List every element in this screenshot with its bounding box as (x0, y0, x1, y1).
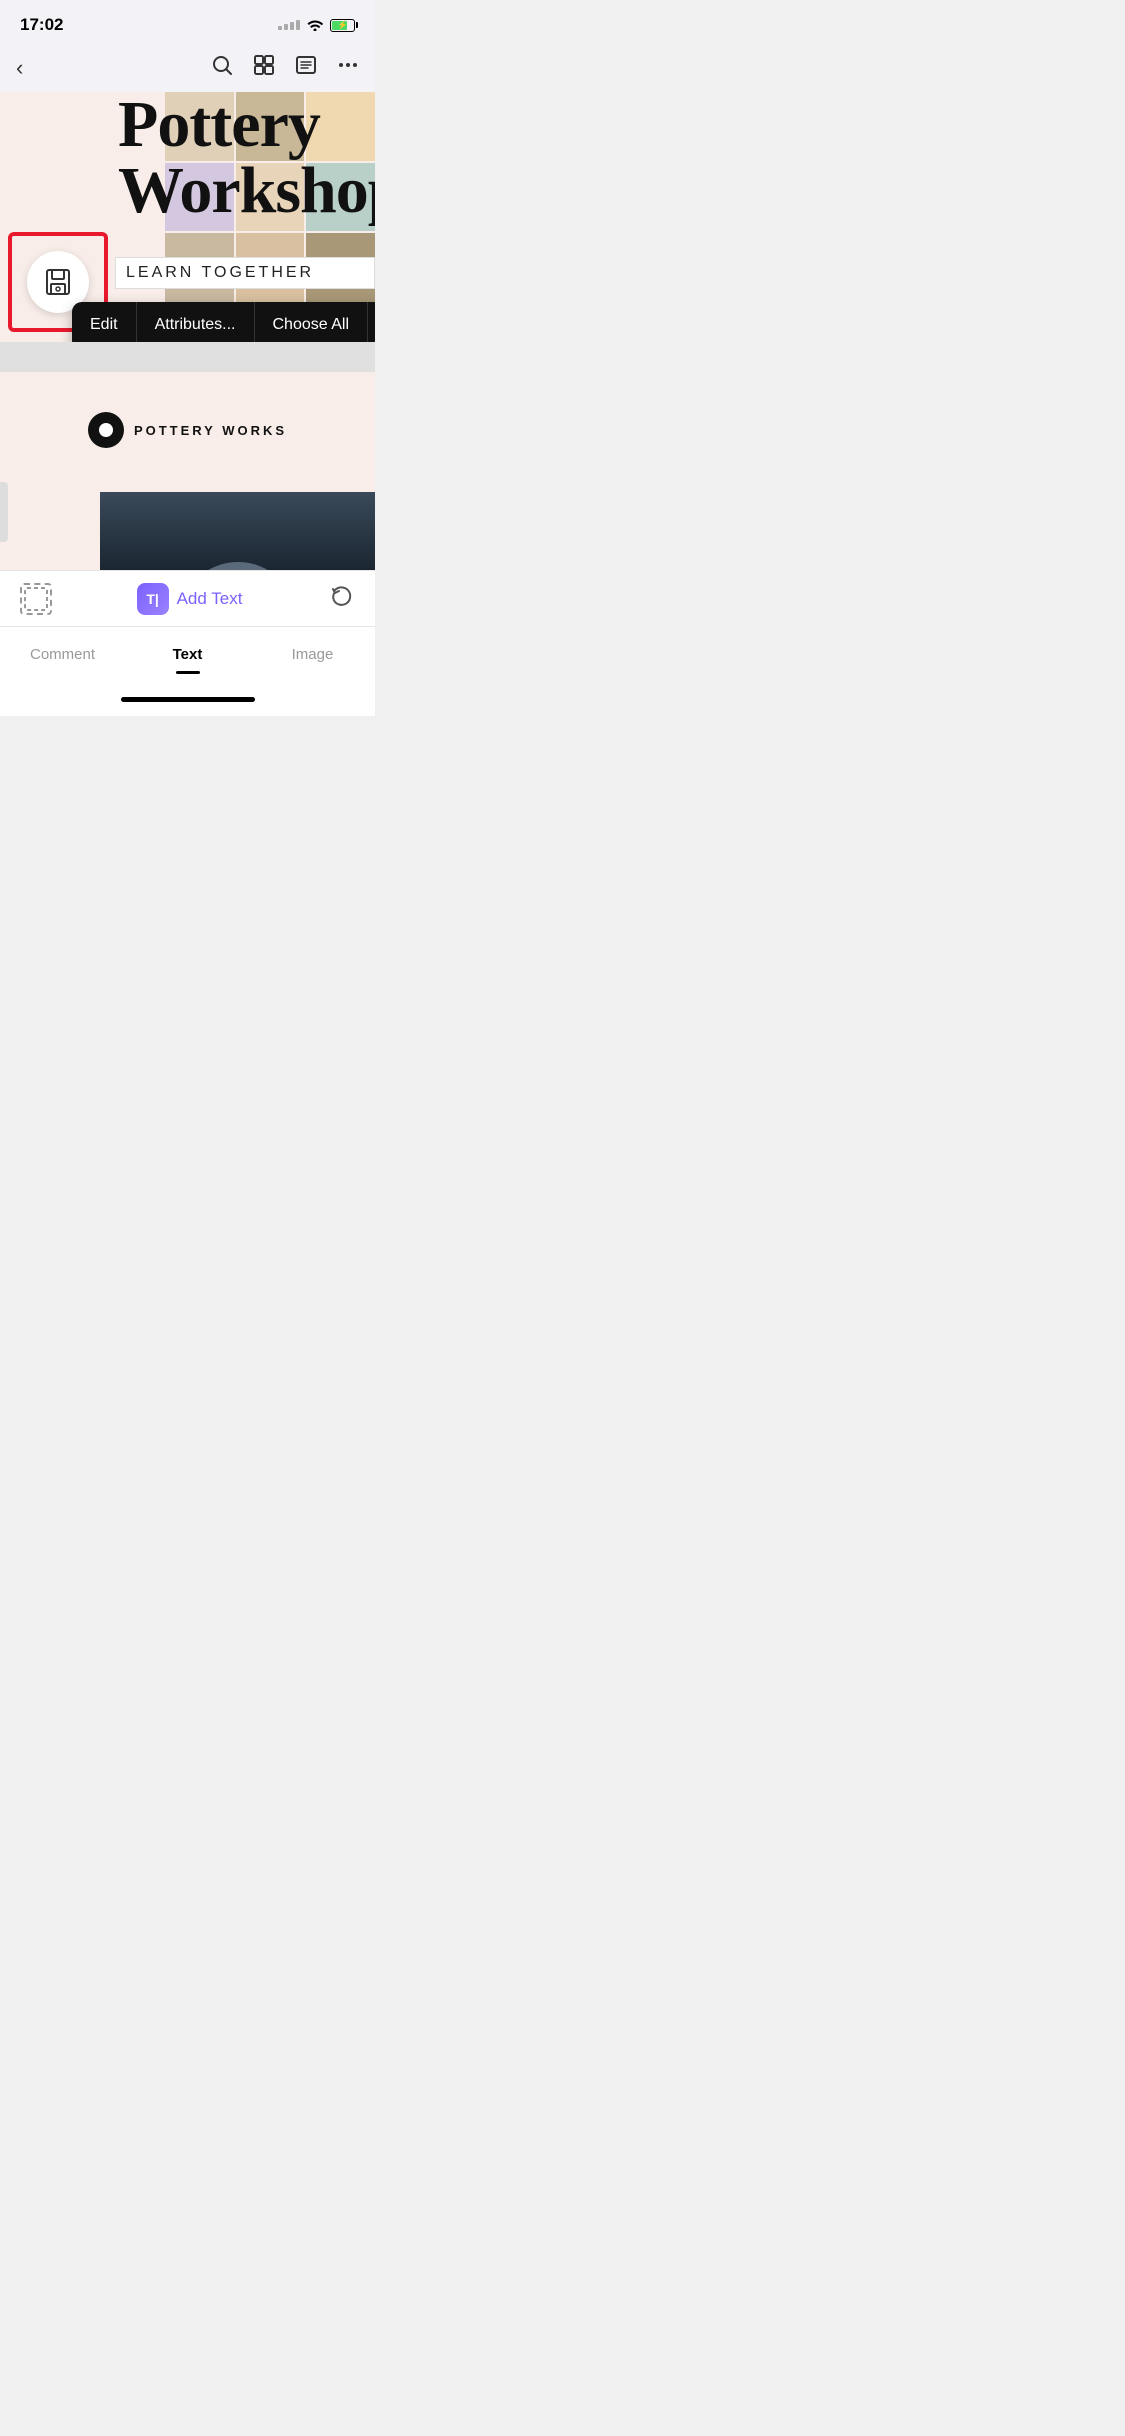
context-menu-bar: Edit Attributes... Choose All ▶ (72, 302, 375, 342)
pottery-logo (88, 412, 124, 448)
pottery-works-title: POTTERY WORKS (134, 423, 287, 438)
add-text-bar: T| Add Text (0, 570, 375, 626)
context-menu-edit[interactable]: Edit (72, 302, 137, 342)
tab-text[interactable]: Text (125, 627, 250, 682)
context-menu-more[interactable]: ▶ (368, 302, 375, 342)
home-indicator-bar (121, 697, 255, 702)
tab-bar: Comment Text Image (0, 626, 375, 682)
top-toolbar: ‹ (0, 44, 375, 92)
page-divider (0, 342, 375, 372)
selection-tool-icon[interactable] (20, 583, 52, 615)
tab-comment[interactable]: Comment (0, 627, 125, 682)
search-icon[interactable] (211, 54, 233, 82)
undo-button[interactable] (327, 582, 355, 616)
tab-image-label: Image (292, 646, 334, 663)
pottery-works-header: POTTERY WORKS (0, 372, 375, 468)
battery-icon: ⚡ (330, 19, 355, 32)
page-edge-indicator (0, 482, 8, 542)
status-time: 17:02 (20, 15, 63, 35)
tab-active-indicator (176, 671, 200, 674)
wifi-icon (306, 17, 324, 34)
status-icons: ⚡ (278, 17, 355, 34)
list-icon[interactable] (295, 54, 317, 82)
signal-icon (278, 20, 300, 30)
add-text-icon: T| (137, 583, 169, 615)
pottery-logo-inner (99, 423, 113, 437)
toolbar-left: ‹ (16, 55, 23, 81)
context-menu-attributes[interactable]: Attributes... (137, 302, 255, 342)
tab-image[interactable]: Image (250, 627, 375, 682)
learn-together-bar: LEARN TOGETHER (115, 257, 375, 289)
context-menu: Edit Attributes... Choose All ▶ (72, 302, 375, 342)
learn-together-text: LEARN TOGETHER (126, 264, 314, 281)
tab-comment-label: Comment (30, 646, 95, 663)
home-indicator (0, 682, 375, 716)
status-bar: 17:02 ⚡ (0, 0, 375, 44)
back-button[interactable]: ‹ (16, 55, 23, 81)
add-text-label: Add Text (177, 589, 243, 609)
grid-icon[interactable] (253, 54, 275, 82)
toolbar-right (211, 54, 359, 82)
bottom-toolbar: T| Add Text Comment Text Image (0, 570, 375, 716)
context-menu-choose-all[interactable]: Choose All (255, 302, 369, 342)
pottery-workshop-title: Pottery Workshopp (118, 92, 375, 224)
add-text-button[interactable]: T| Add Text (137, 583, 243, 615)
tab-text-label: Text (173, 646, 203, 663)
more-icon[interactable] (337, 54, 359, 82)
